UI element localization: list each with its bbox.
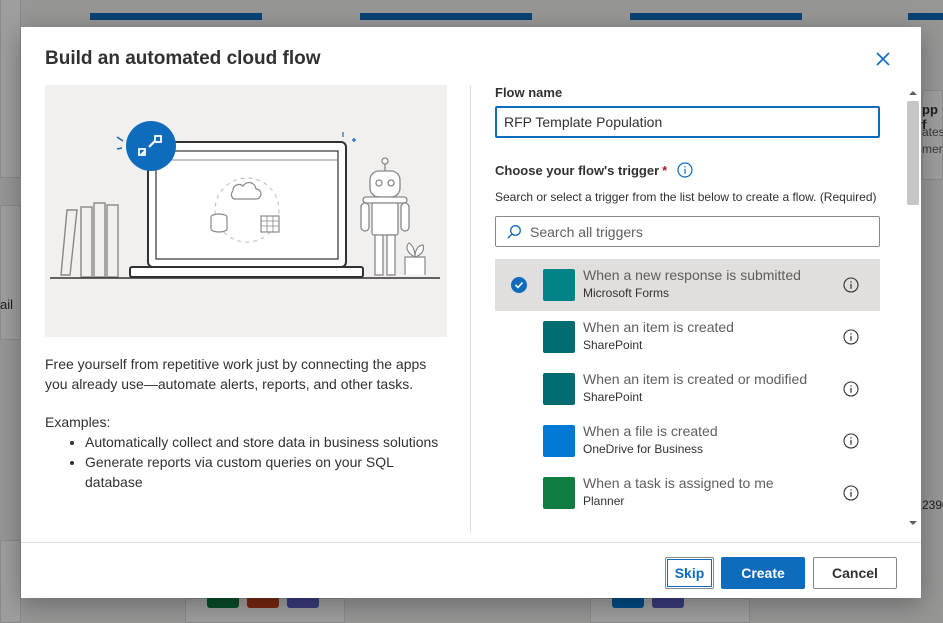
connector-icon: [543, 425, 575, 457]
close-icon: [876, 52, 890, 66]
scroll-down-icon[interactable]: [909, 519, 917, 527]
trigger-item[interactable]: When a new response is submitted Microsof…: [495, 259, 880, 311]
laptop-illustration: [50, 121, 440, 279]
info-icon[interactable]: [677, 162, 693, 178]
trigger-info-icon[interactable]: [843, 277, 859, 293]
connector-icon: [543, 373, 575, 405]
required-marker: *: [662, 162, 668, 178]
flow-illustration: [45, 85, 447, 337]
build-flow-dialog: Build an automated cloud flow Free yours…: [21, 27, 921, 598]
trigger-item[interactable]: When a task is assigned to me Planner: [495, 467, 880, 519]
flow-name-label: Flow name: [495, 85, 563, 100]
scroll-thumb[interactable]: [907, 101, 919, 205]
example-item: Generate reports via custom queries on y…: [85, 452, 447, 492]
trigger-text: When an item is created or modified Share…: [583, 371, 807, 405]
trigger-info-icon[interactable]: [843, 485, 859, 501]
trigger-title: When an item is created: [583, 319, 734, 335]
examples-label: Examples:: [45, 414, 111, 430]
right-pane: Flow name Choose your flow's trigger * S…: [495, 85, 880, 533]
search-icon: [507, 224, 521, 239]
create-button[interactable]: Create: [721, 557, 805, 589]
trigger-search-input[interactable]: [530, 223, 860, 240]
trigger-label: Choose your flow's trigger: [495, 162, 660, 178]
trigger-connector: SharePoint: [583, 390, 643, 404]
trigger-info-icon[interactable]: [843, 329, 859, 345]
trigger-search-box[interactable]: [495, 216, 880, 247]
connector-icon: [543, 477, 575, 509]
cancel-button[interactable]: Cancel: [813, 557, 897, 589]
trigger-help-text: Search or select a trigger from the list…: [495, 190, 877, 204]
connector-icon: [543, 321, 575, 353]
trigger-item[interactable]: When an item is created SharePoint: [495, 311, 880, 363]
trigger-title: When an item is created or modified: [583, 371, 808, 387]
example-item: Automatically collect and store data in …: [85, 432, 447, 452]
dialog-footer: Skip Create Cancel: [21, 542, 921, 598]
trigger-scrollbar[interactable]: [906, 85, 920, 533]
trigger-list: When a new response is submitted Microsof…: [495, 259, 880, 519]
flow-name-input[interactable]: [495, 106, 880, 138]
trigger-item[interactable]: When an item is created or modified Share…: [495, 363, 880, 415]
trigger-text: When a new response is submitted Microsof…: [583, 267, 801, 301]
trigger-title: When a task is assigned to me: [583, 475, 774, 491]
connector-icon: [543, 269, 575, 301]
trigger-item[interactable]: When a file is created OneDrive for Busin…: [495, 415, 880, 467]
trigger-connector: Planner: [583, 494, 625, 508]
trigger-text: When a file is created OneDrive for Busin…: [583, 423, 718, 457]
trigger-connector: Microsoft Forms: [583, 286, 670, 300]
trigger-label-row: Choose your flow's trigger *: [495, 162, 880, 178]
skip-button[interactable]: Skip: [665, 557, 714, 589]
examples-list: Automatically collect and store data in …: [45, 432, 447, 492]
scroll-up-icon[interactable]: [909, 89, 917, 97]
left-pane: Free yourself from repetitive work just …: [45, 85, 447, 492]
dialog-title: Build an automated cloud flow: [45, 48, 321, 69]
trigger-connector: SharePoint: [583, 338, 643, 352]
trigger-text: When an item is created SharePoint: [583, 319, 734, 353]
close-button[interactable]: [873, 49, 893, 69]
trigger-title: When a file is created: [583, 423, 718, 439]
selected-check-icon: [511, 277, 527, 293]
trigger-connector: OneDrive for Business: [583, 442, 704, 456]
trigger-text: When a task is assigned to me Planner: [583, 475, 774, 509]
trigger-info-icon[interactable]: [843, 433, 859, 449]
trigger-info-icon[interactable]: [843, 381, 859, 397]
pane-divider: [470, 85, 471, 533]
dialog-description: Free yourself from repetitive work just …: [45, 356, 427, 392]
trigger-title: When a new response is submitted: [583, 267, 801, 283]
